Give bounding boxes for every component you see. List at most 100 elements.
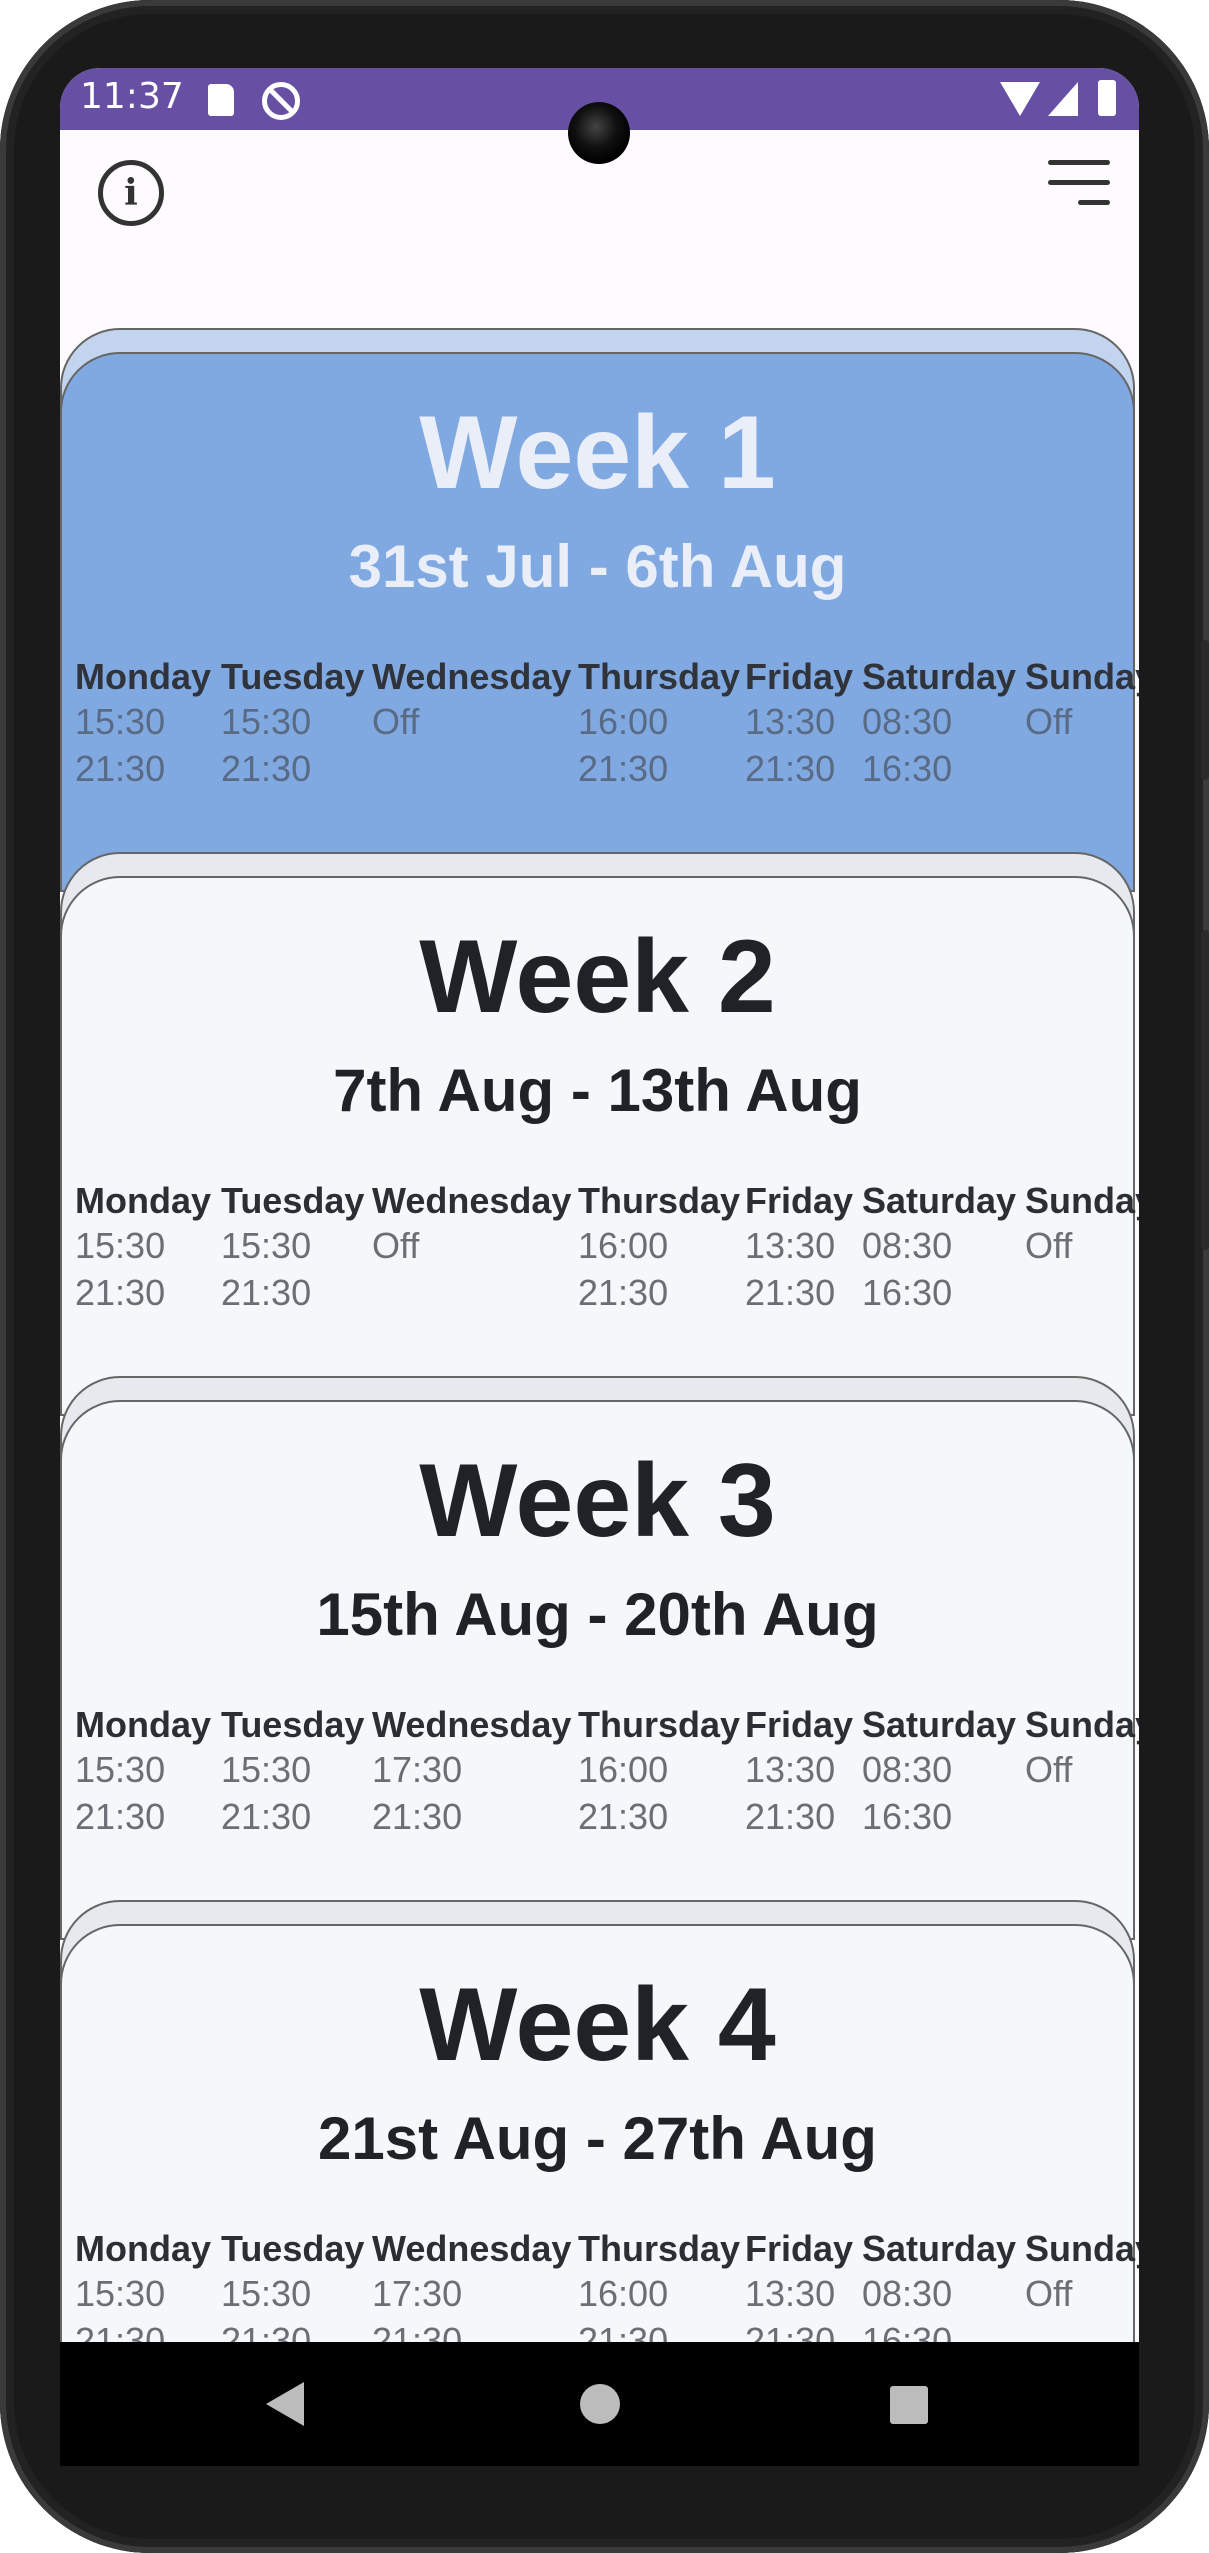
card-surface: Week 3 15th Aug - 20th Aug Monday 15:30 21:3… [60, 1400, 1139, 1940]
day-name: Wednesday [372, 1704, 572, 1745]
week-date-range: 31st Jul - 6th Aug [348, 533, 847, 600]
shift-end: 21:30 [745, 1796, 836, 1837]
shift-start: 15:30 [221, 1749, 312, 1790]
day-name: Sunday [1025, 656, 1139, 697]
day-column: Tuesday 15:30 21:30 [221, 1180, 364, 1316]
day-name: Monday [75, 656, 212, 697]
shift-start: 15:30 [75, 701, 166, 742]
menu-icon[interactable] [1040, 156, 1110, 218]
shift-end: 21:30 [75, 748, 166, 789]
day-name: Saturday [862, 656, 1017, 697]
shift-start: Off [1025, 2273, 1073, 2314]
day-name: Tuesday [221, 1704, 365, 1745]
day-column: Thursday 16:00 21:30 [578, 1180, 740, 1316]
shift-start: 16:00 [578, 2273, 669, 2314]
card-surface: Week 1 31st Jul - 6th Aug Monday 15:30 21:30… [60, 352, 1139, 892]
week-title: Week 3 [419, 1443, 776, 1559]
week-title: Week 1 [419, 395, 776, 511]
shift-start: 13:30 [745, 2273, 836, 2314]
day-name: Friday [745, 656, 854, 697]
day-name: Saturday [862, 2228, 1017, 2269]
day-column: Tuesday 15:30 21:30 [221, 656, 364, 792]
day-column: SundayOff [1025, 1180, 1139, 1269]
shift-start: 15:30 [75, 2273, 166, 2314]
day-column: Wednesday Off [372, 1180, 571, 1269]
day-column: Saturday 08:30 16:30 [862, 1180, 1016, 1316]
shift-start: 16:00 [578, 1749, 669, 1790]
day-name: Monday [75, 1704, 212, 1745]
day-column: Monday 15:30 21:30 [75, 656, 211, 792]
wifi-icon [1000, 82, 1040, 116]
shift-start: 15:30 [221, 1225, 312, 1266]
shift-start: Off [1025, 1749, 1073, 1790]
day-column: Tuesday 15:30 21:30 [221, 1704, 364, 1840]
shift-start: 13:30 [745, 1225, 836, 1266]
shift-start: 08:30 [862, 1225, 953, 1266]
shift-start: 15:30 [221, 701, 312, 742]
recents-icon[interactable] [890, 2386, 928, 2424]
day-name: Wednesday [372, 1180, 572, 1221]
day-name: Thursday [578, 1180, 741, 1221]
day-name: Wednesday [372, 656, 572, 697]
power-button [1201, 930, 1209, 1250]
day-name: Saturday [862, 1180, 1017, 1221]
day-column: Saturday 08:30 16:30 [862, 656, 1016, 792]
volume-button [1201, 640, 1209, 780]
shift-start: 15:30 [75, 1225, 166, 1266]
shift-start: 16:00 [578, 701, 669, 742]
shift-end: 16:30 [862, 1796, 953, 1837]
shift-start: 13:30 [745, 701, 836, 742]
battery-icon [1098, 80, 1116, 116]
shift-start: 08:30 [862, 701, 953, 742]
shift-end: 21:30 [578, 1796, 669, 1837]
sd-card-icon [208, 84, 234, 116]
shift-end: 16:30 [862, 748, 953, 789]
week-title: Week 2 [419, 919, 776, 1035]
shift-end: 21:30 [221, 1272, 312, 1313]
day-name: Sunday [1025, 2228, 1139, 2269]
week-date-range: 7th Aug - 13th Aug [333, 1057, 862, 1124]
day-column: Friday 13:30 21:30 [745, 656, 853, 792]
day-name: Tuesday [221, 656, 365, 697]
shift-start: 15:30 [75, 1749, 166, 1790]
day-name: Monday [75, 2228, 212, 2269]
week-card[interactable]: Week 1 31st Jul - 6th Aug Monday 15:30 21:30… [60, 328, 1139, 892]
week-card[interactable]: Week 2 7th Aug - 13th Aug Monday 15:30 21:30… [60, 852, 1139, 1416]
signal-icon [1048, 82, 1078, 116]
shift-end: 21:30 [221, 1796, 312, 1837]
phone-frame: 11:37 i Week 1 31st Jul - 6th Aug Monday 15… [0, 0, 1209, 2553]
shift-start: Off [372, 1225, 420, 1266]
shift-start: Off [1025, 701, 1073, 742]
back-icon[interactable] [266, 2382, 304, 2426]
day-name: Friday [745, 1180, 854, 1221]
day-column: SundayOff [1025, 1704, 1139, 1793]
info-icon[interactable]: i [98, 160, 164, 226]
shift-end: 21:30 [75, 1272, 166, 1313]
day-column: Saturday 08:30 16:30 [862, 1704, 1016, 1840]
day-column: SundayOff [1025, 656, 1139, 745]
shift-end: 21:30 [75, 1796, 166, 1837]
shift-end: 16:30 [862, 1272, 953, 1313]
week-schedule: Monday 15:30 21:30 Tuesday 15:30 21:30 Wednesd… [75, 1704, 1139, 1864]
home-icon[interactable] [580, 2384, 620, 2424]
day-name: Sunday [1025, 1180, 1139, 1221]
shift-start: Off [1025, 1225, 1073, 1266]
day-column: Wednesday Off [372, 656, 571, 745]
day-name: Tuesday [221, 2228, 365, 2269]
week-card[interactable]: Week 3 15th Aug - 20th Aug Monday 15:30 21:3… [60, 1376, 1139, 1940]
day-column: Monday 15:30 21:30 [75, 1704, 211, 1840]
shift-start: 13:30 [745, 1749, 836, 1790]
day-name: Sunday [1025, 1704, 1139, 1745]
shift-end: 21:30 [372, 1796, 463, 1837]
day-name: Thursday [578, 2228, 741, 2269]
week-list[interactable]: Week 1 31st Jul - 6th Aug Monday 15:30 21:30… [60, 260, 1139, 2410]
shift-end: 21:30 [745, 1272, 836, 1313]
sync-off-icon [262, 82, 300, 120]
week-title: Week 4 [419, 1967, 776, 2083]
day-name: Friday [745, 1704, 854, 1745]
day-column: Friday 13:30 21:30 [745, 1704, 853, 1840]
shift-start: 15:30 [221, 2273, 312, 2314]
week-card[interactable]: Week 4 21st Aug - 27th Aug Monday 15:30 21:3… [60, 1900, 1139, 2410]
week-date-range: 15th Aug - 20th Aug [316, 1581, 879, 1648]
shift-start: 16:00 [578, 1225, 669, 1266]
